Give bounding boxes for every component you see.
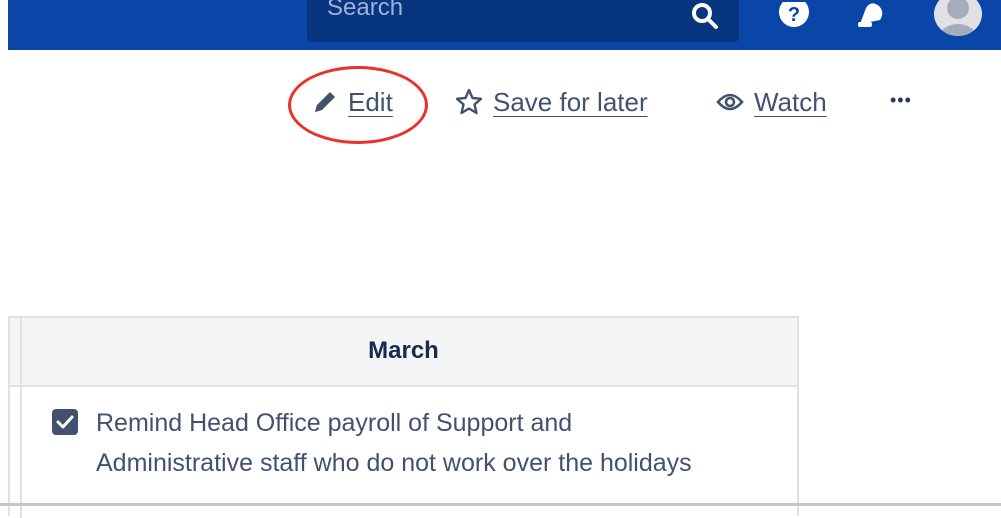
save-for-later-label: Save for later <box>493 86 648 117</box>
pencil-icon <box>315 92 335 112</box>
save-for-later-button[interactable]: Save for later <box>455 80 648 124</box>
task-checkbox[interactable] <box>52 409 78 435</box>
bell-icon[interactable] <box>854 2 888 32</box>
top-navigation-bar: Search ? <box>8 0 1001 50</box>
table-header-march: March <box>368 337 439 364</box>
edit-button[interactable]: Edit <box>312 80 393 124</box>
eye-icon <box>716 93 744 111</box>
task-text: Remind Head Office payroll of Support an… <box>96 409 692 477</box>
search-placeholder: Search <box>327 0 404 21</box>
help-icon[interactable]: ? <box>776 2 812 30</box>
svg-text:?: ? <box>788 4 800 26</box>
task-table: March Remind Head Office payroll of Supp… <box>8 316 799 518</box>
topbar-left-gap <box>0 0 8 50</box>
more-actions-button[interactable]: ••• <box>890 78 912 122</box>
edit-label: Edit <box>348 86 393 117</box>
watch-button[interactable]: Watch <box>716 80 827 124</box>
more-icon: ••• <box>890 89 912 110</box>
watch-label: Watch <box>754 86 827 117</box>
checkmark-icon <box>56 415 74 429</box>
column-divider <box>20 318 22 518</box>
search-icon[interactable] <box>691 2 719 30</box>
table-header-cell: March <box>10 318 797 387</box>
star-icon <box>455 88 483 115</box>
user-avatar-icon[interactable] <box>934 0 982 36</box>
search-box[interactable]: Search <box>307 0 739 42</box>
